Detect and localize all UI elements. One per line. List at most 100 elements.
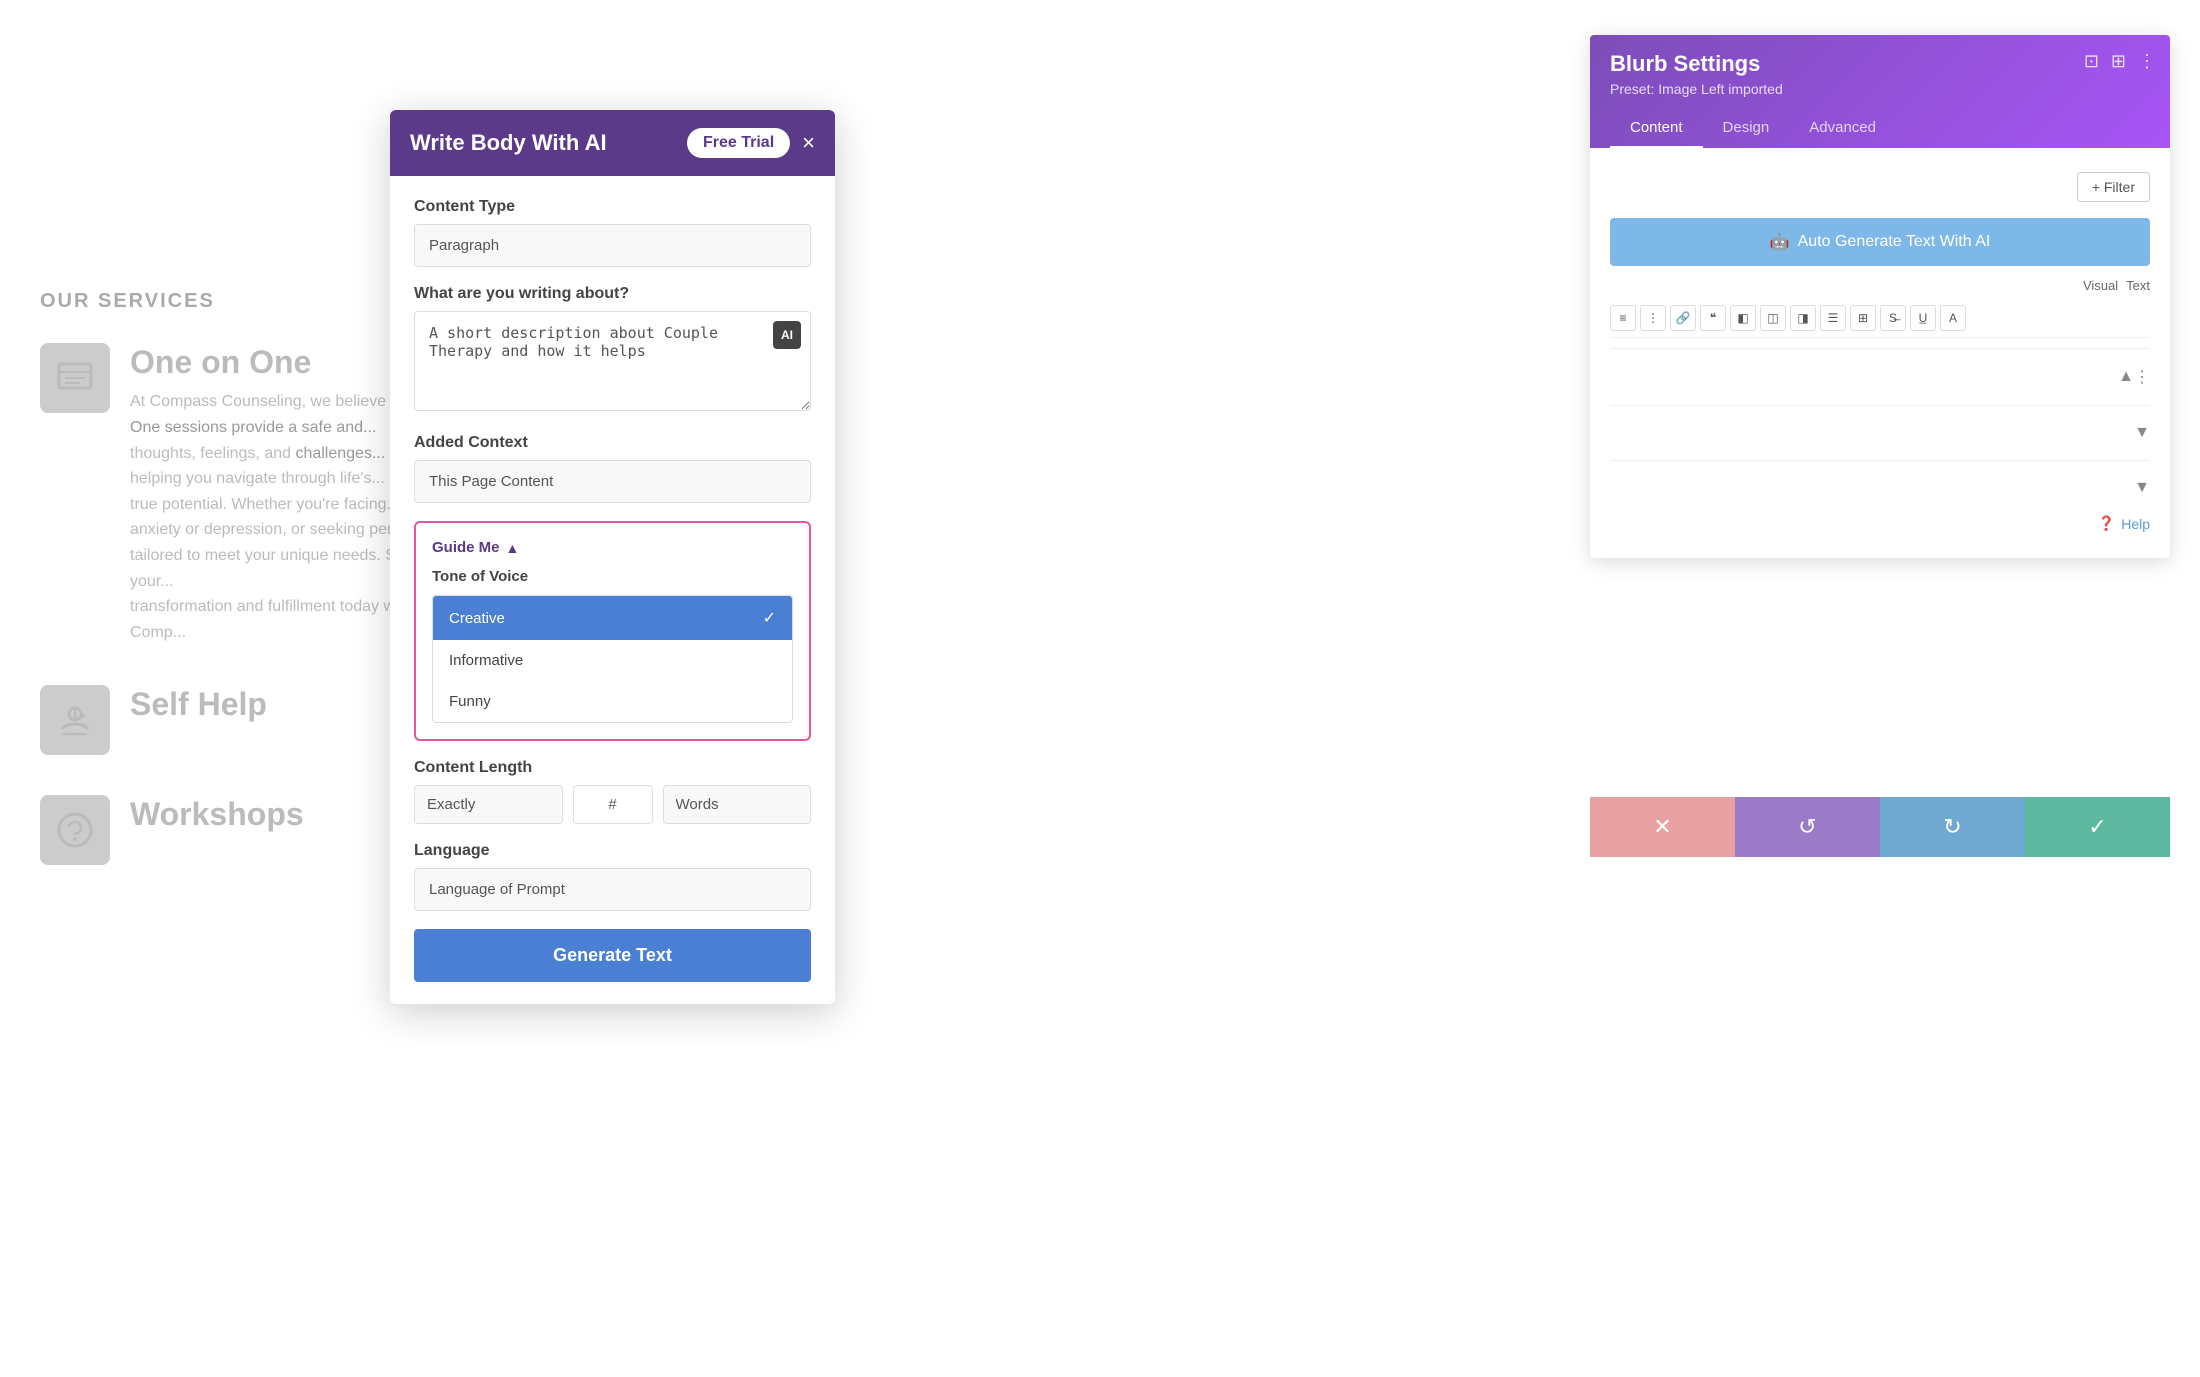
undo-button[interactable]: ↺ (1735, 797, 1880, 857)
text-label[interactable]: Text (2126, 278, 2150, 293)
sidebar-content: OUR SERVICES One on One At Compass Couns… (40, 290, 430, 905)
chevron-down-icon-1: ▼ (2134, 424, 2150, 442)
one-on-one-name: One on One (130, 343, 430, 381)
auto-generate-label: Auto Generate Text With AI (1798, 233, 1991, 251)
modal-close-button[interactable]: × (802, 130, 815, 156)
content-length-type-select[interactable]: Exactly (414, 785, 563, 824)
filter-bar: + Filter (1610, 164, 2150, 210)
guide-me-text[interactable]: Guide Me (432, 539, 500, 556)
service-item-workshops: Workshops (40, 795, 430, 865)
content-length-number-input[interactable] (573, 785, 653, 824)
informative-label: Informative (449, 652, 523, 669)
modal-header-right: Free Trial × (687, 128, 815, 158)
service-item-self-help: Self Help (40, 685, 430, 755)
divider-1 (1610, 348, 2150, 349)
content-type-label: Content Type (414, 198, 811, 216)
one-on-one-desc: At Compass Counseling, we believe on-One… (130, 389, 430, 645)
ai-icon: 🤖 (1770, 232, 1790, 252)
checkmark-icon: ✓ (763, 608, 776, 628)
cancel-button[interactable]: ✕ (1590, 797, 1735, 857)
editor-toolbar-row: Visual Text (1610, 278, 2150, 293)
modal-title: Write Body With AI (410, 130, 607, 156)
toolbar-underline[interactable]: U̲ (1910, 305, 1936, 331)
more-options-icon[interactable]: ⋮ (2138, 51, 2156, 72)
language-label: Language (414, 842, 811, 860)
content-length-unit-select[interactable]: Words (663, 785, 812, 824)
service-item-one-on-one: One on One At Compass Counseling, we bel… (40, 343, 430, 645)
blurb-preset: Preset: Image Left imported (1610, 81, 2150, 97)
generate-text-button[interactable]: Generate Text (414, 929, 811, 982)
minimize-icon[interactable]: ⊡ (2084, 51, 2099, 72)
toolbar-align-justify[interactable]: ☰ (1820, 305, 1846, 331)
toolbar-color[interactable]: A (1940, 305, 1966, 331)
free-trial-badge[interactable]: Free Trial (687, 128, 790, 158)
language-select[interactable]: Language of Prompt (414, 868, 811, 911)
what-writing-wrapper: A short description about Couple Therapy… (414, 311, 811, 416)
modal-body: Content Type Paragraph What are you writ… (390, 176, 835, 1004)
tab-content[interactable]: Content (1610, 109, 1703, 148)
funny-label: Funny (449, 693, 491, 710)
collapse-row-1[interactable]: ▲ ⋮ (1610, 359, 2150, 395)
guide-arrow-icon: ▲ (506, 540, 520, 556)
help-label: Help (2121, 516, 2150, 532)
toolbar-link[interactable]: 🔗 (1670, 305, 1696, 331)
added-context-select[interactable]: This Page Content (414, 460, 811, 503)
workshops-name: Workshops (130, 795, 304, 833)
chevron-down-icon-2: ▼ (2134, 479, 2150, 497)
blurb-body: + Filter 🤖 Auto Generate Text With AI Vi… (1590, 148, 2170, 558)
toolbar-list-ul[interactable]: ≡ (1610, 305, 1636, 331)
toolbar-quote[interactable]: ❝ (1700, 305, 1726, 331)
self-help-name: Self Help (130, 685, 267, 723)
more-icon: ⋮ (2134, 367, 2150, 387)
write-body-ai-modal: Write Body With AI Free Trial × Content … (390, 110, 835, 1004)
chevron-up-icon: ▲ (2118, 368, 2134, 386)
collapse-row-3[interactable]: ▼ (1610, 471, 2150, 505)
expand-icon[interactable]: ⊞ (2111, 51, 2126, 72)
toolbar-list-ol[interactable]: ⋮ (1640, 305, 1666, 331)
blurb-title: Blurb Settings (1610, 51, 2150, 77)
modal-header: Write Body With AI Free Trial × (390, 110, 835, 176)
tone-option-creative[interactable]: Creative ✓ (433, 596, 792, 640)
toolbar-strikethrough[interactable]: S̶ (1880, 305, 1906, 331)
collapse-row-2[interactable]: ▼ (1610, 416, 2150, 450)
toolbar-align-center[interactable]: ◫ (1760, 305, 1786, 331)
our-services-label: OUR SERVICES (40, 290, 430, 313)
tone-label: Tone of Voice (432, 568, 793, 585)
added-context-label: Added Context (414, 434, 811, 452)
auto-generate-button[interactable]: 🤖 Auto Generate Text With AI (1610, 218, 2150, 266)
workshops-icon (40, 795, 110, 865)
blurb-settings-panel: Blurb Settings Preset: Image Left import… (1590, 35, 2170, 558)
toolbar-align-right[interactable]: ◨ (1790, 305, 1816, 331)
confirm-button[interactable]: ✓ (2025, 797, 2170, 857)
editor-toolbar: ≡ ⋮ 🔗 ❝ ◧ ◫ ◨ ☰ ⊞ S̶ U̲ A (1610, 299, 2150, 338)
divider-2 (1610, 405, 2150, 406)
tab-design[interactable]: Design (1703, 109, 1790, 148)
blurb-header: Blurb Settings Preset: Image Left import… (1590, 35, 2170, 148)
what-writing-label: What are you writing about? (414, 285, 811, 303)
filter-button[interactable]: + Filter (2077, 172, 2150, 202)
ai-textarea-icon: AI (773, 321, 801, 349)
redo-button[interactable]: ↻ (1880, 797, 2025, 857)
content-type-select[interactable]: Paragraph (414, 224, 811, 267)
content-length-label: Content Length (414, 759, 811, 777)
visual-label[interactable]: Visual (2083, 278, 2118, 293)
guide-me-section: Guide Me ▲ Tone of Voice Creative ✓ Info… (414, 521, 811, 741)
bottom-action-bar: ✕ ↺ ↻ ✓ (1590, 797, 2170, 857)
help-row[interactable]: ❓ Help (1610, 505, 2150, 542)
one-on-one-icon (40, 343, 110, 413)
help-circle-icon: ❓ (2098, 515, 2115, 532)
content-length-row: Exactly Words (414, 785, 811, 824)
tab-advanced[interactable]: Advanced (1789, 109, 1896, 148)
guide-header: Guide Me ▲ (432, 539, 793, 556)
creative-label: Creative (449, 610, 505, 627)
toolbar-table[interactable]: ⊞ (1850, 305, 1876, 331)
toolbar-align-left[interactable]: ◧ (1730, 305, 1756, 331)
self-help-icon (40, 685, 110, 755)
blurb-header-icons: ⊡ ⊞ ⋮ (2084, 51, 2156, 72)
what-writing-textarea[interactable]: A short description about Couple Therapy… (414, 311, 811, 411)
blurb-tabs: Content Design Advanced (1610, 109, 2150, 148)
tone-dropdown: Creative ✓ Informative Funny (432, 595, 793, 723)
tone-option-informative[interactable]: Informative (433, 640, 792, 681)
divider-3 (1610, 460, 2150, 461)
tone-option-funny[interactable]: Funny (433, 681, 792, 722)
